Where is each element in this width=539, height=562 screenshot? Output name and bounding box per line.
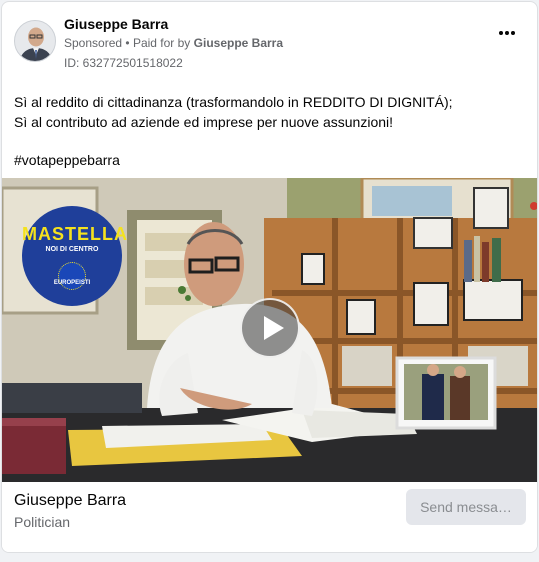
video-player[interactable]: MASTELLA NOI DI CENTRO EUROPEISTI [2, 178, 537, 482]
paid-for-name: Giuseppe Barra [193, 36, 284, 50]
meta-separator: • [125, 36, 130, 50]
page-category: Politician [14, 514, 71, 530]
sponsored-label: Sponsored [64, 36, 123, 50]
post-line-1: Sì al reddito di cittadinanza (trasforma… [14, 94, 453, 110]
send-message-button[interactable]: Send messa… [406, 489, 526, 525]
logo-sub: NOI DI CENTRO [45, 246, 99, 253]
more-options-button[interactable] [495, 26, 519, 46]
author-name[interactable]: Giuseppe Barra [64, 16, 168, 32]
post-line-2: Sì al contributo ad aziende ed imprese p… [14, 114, 394, 130]
avatar[interactable] [14, 20, 56, 62]
logo-word: MASTELLA [22, 224, 128, 244]
page-name[interactable]: Giuseppe Barra [14, 492, 126, 510]
post-header: Giuseppe Barra Sponsored • Paid for by G… [2, 2, 537, 80]
paid-for-prefix: Paid for by [132, 36, 191, 50]
hashtag[interactable]: #votapeppebarra [14, 152, 120, 168]
more-horizontal-icon [499, 31, 515, 35]
ad-footer: Giuseppe Barra Politician Send messa… [2, 482, 537, 552]
play-icon[interactable] [240, 298, 300, 358]
post-body: Sì al reddito di cittadinanza (trasforma… [14, 92, 529, 132]
avatar-image [15, 21, 55, 61]
ad-card: Giuseppe Barra Sponsored • Paid for by G… [1, 1, 538, 553]
sponsored-meta: Sponsored • Paid for by Giuseppe Barra [64, 36, 283, 50]
logo-eu-text: EUROPEISTI [53, 280, 91, 286]
ad-id: ID: 632772501518022 [64, 56, 183, 70]
party-logo: MASTELLA NOI DI CENTRO EUROPEISTI [22, 206, 128, 306]
